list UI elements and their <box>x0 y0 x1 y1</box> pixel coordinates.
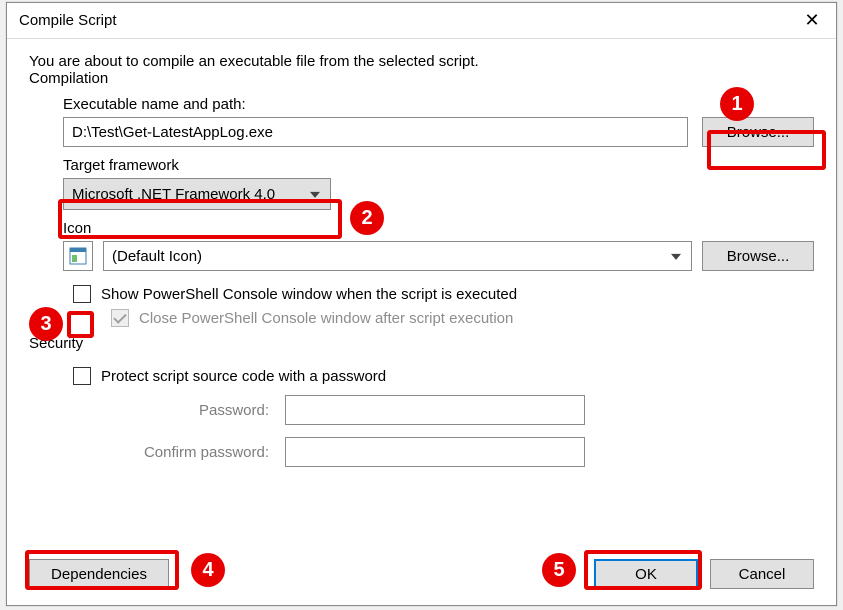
confirm-password-label: Confirm password: <box>115 444 285 461</box>
icon-select[interactable]: (Default Icon) <box>103 241 692 271</box>
section-compilation-legend: Compilation <box>29 70 114 87</box>
close-console-label: Close PowerShell Console window after sc… <box>139 310 513 327</box>
application-icon <box>69 247 87 265</box>
section-security: Security Protect script source code with… <box>29 345 814 467</box>
close-icon[interactable]: ✕ <box>788 3 836 39</box>
browse-icon-button[interactable]: Browse... <box>702 241 814 271</box>
protect-label: Protect script source code with a passwo… <box>101 368 386 385</box>
show-console-checkbox[interactable] <box>73 285 91 303</box>
close-console-checkbox <box>111 309 129 327</box>
section-compilation: Compilation Executable name and path: Br… <box>29 80 814 327</box>
password-input <box>285 395 585 425</box>
chevron-down-icon <box>310 192 320 198</box>
dialog-compile-script: Compile Script ✕ You are about to compil… <box>6 2 837 606</box>
ok-button[interactable]: OK <box>594 559 698 589</box>
show-console-label: Show PowerShell Console window when the … <box>101 286 517 303</box>
framework-select[interactable]: Microsoft .NET Framework 4.0 <box>63 178 331 210</box>
framework-label: Target framework <box>63 157 814 174</box>
section-security-legend: Security <box>29 335 89 352</box>
chevron-down-icon <box>671 254 681 260</box>
browse-executable-button[interactable]: Browse... <box>702 117 814 147</box>
executable-path-input[interactable] <box>63 117 688 147</box>
titlebar: Compile Script ✕ <box>7 3 836 39</box>
executable-label: Executable name and path: <box>63 96 814 113</box>
window-title: Compile Script <box>19 12 117 29</box>
cancel-button[interactable]: Cancel <box>710 559 814 589</box>
content-area: You are about to compile an executable f… <box>7 39 836 479</box>
dependencies-button[interactable]: Dependencies <box>29 559 169 589</box>
framework-value: Microsoft .NET Framework 4.0 <box>72 186 275 203</box>
icon-label: Icon <box>63 220 814 237</box>
password-label: Password: <box>115 402 285 419</box>
icon-preview <box>63 241 93 271</box>
confirm-password-input <box>285 437 585 467</box>
intro-text: You are about to compile an executable f… <box>29 53 814 70</box>
icon-value: (Default Icon) <box>112 248 202 265</box>
protect-checkbox[interactable] <box>73 367 91 385</box>
dialog-footer: Dependencies OK Cancel <box>29 559 814 589</box>
